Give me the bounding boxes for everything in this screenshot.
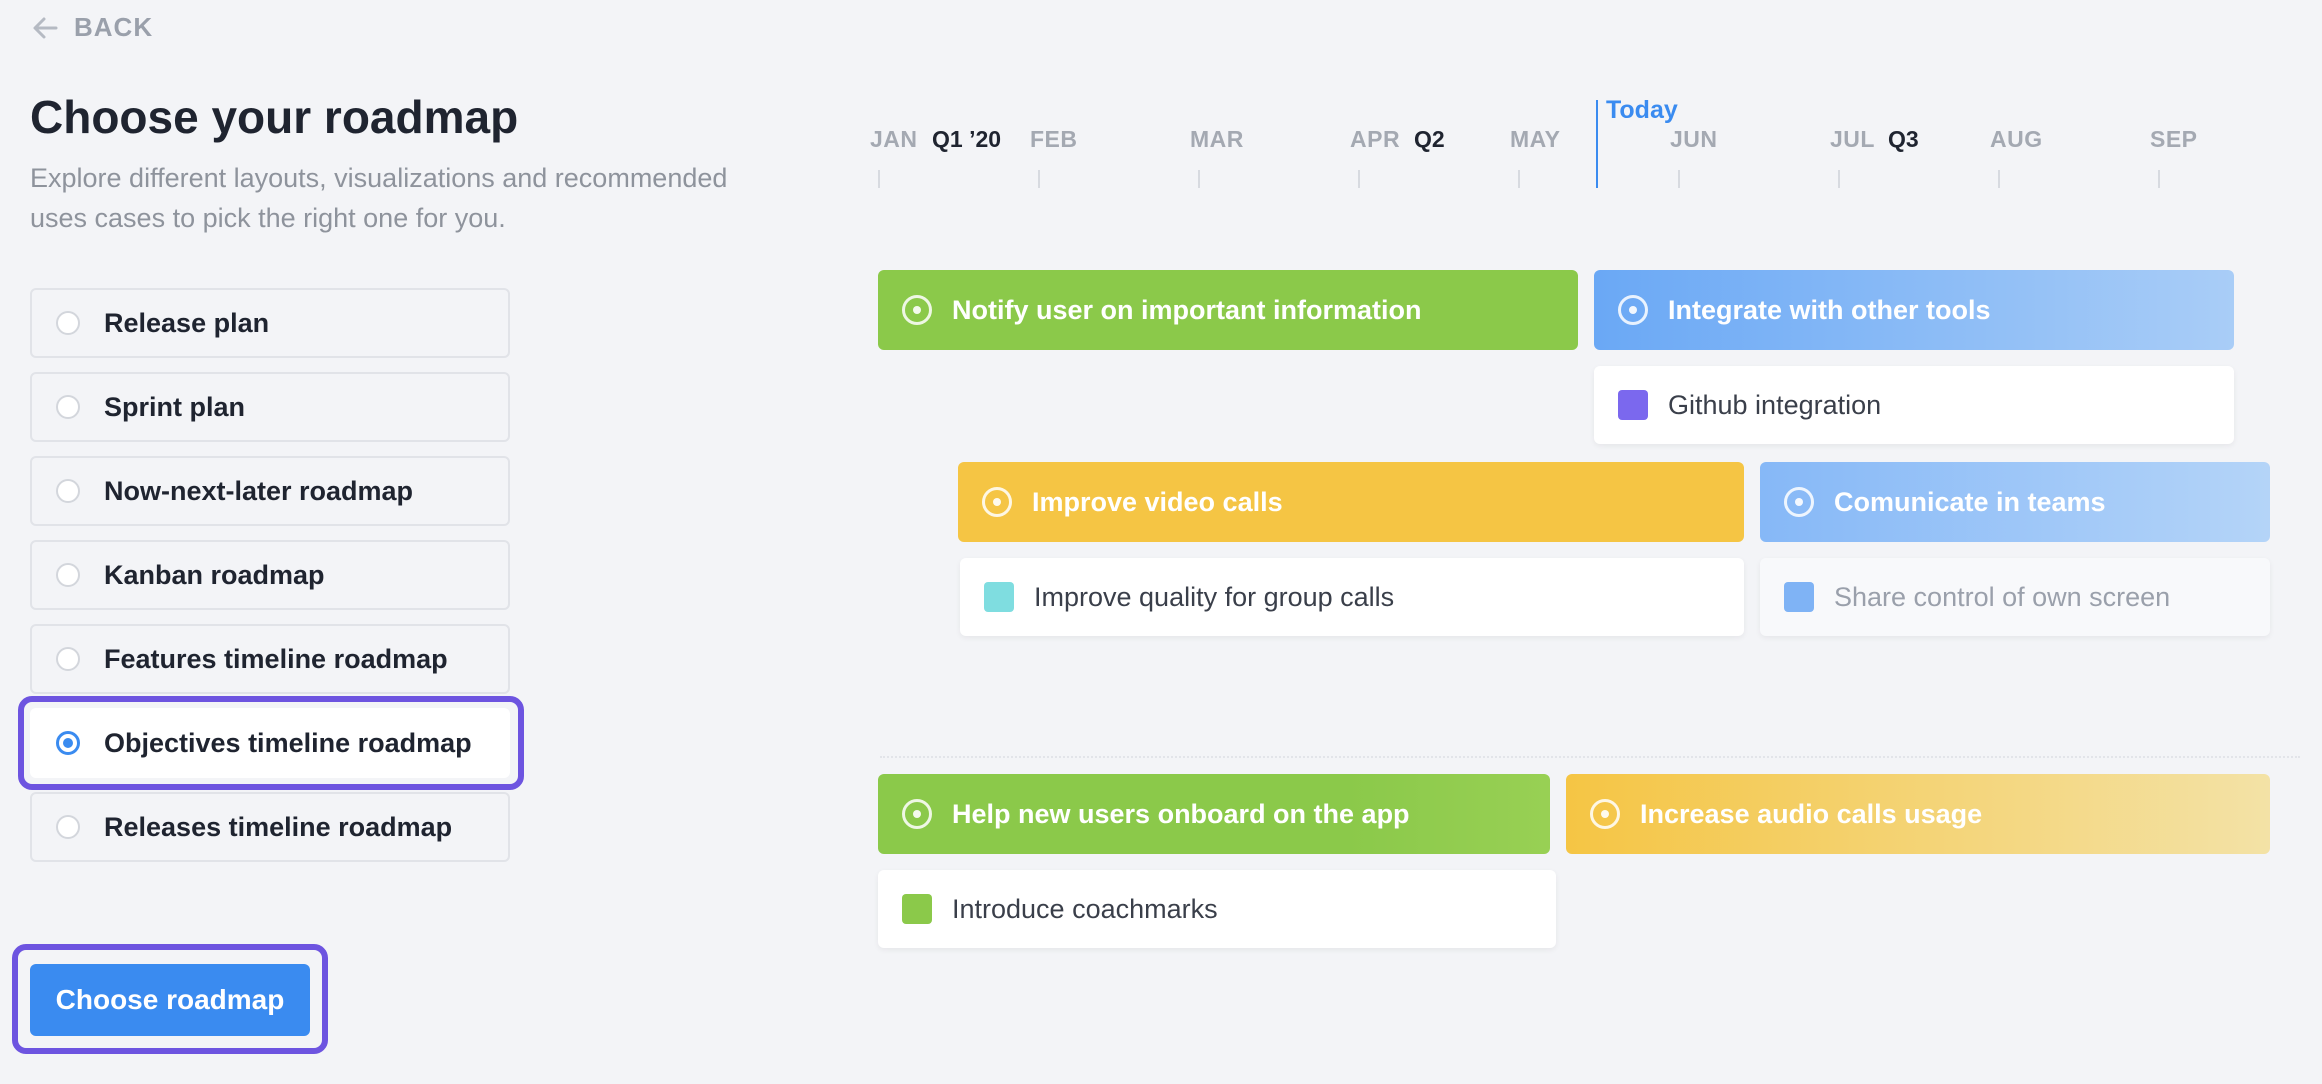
month-tick <box>1998 170 2000 188</box>
option-features-timeline[interactable]: Features timeline roadmap <box>30 624 510 694</box>
option-sprint-plan[interactable]: Sprint plan <box>30 372 510 442</box>
option-releases-timeline[interactable]: Releases timeline roadmap <box>30 792 510 862</box>
month-label: MAR <box>1190 126 1244 152</box>
option-kanban[interactable]: Kanban roadmap <box>30 540 510 610</box>
objective-label: Comunicate in teams <box>1834 486 2106 517</box>
radio-button[interactable] <box>56 479 80 503</box>
quarter-label: Q3 <box>1888 126 1919 152</box>
page-title: Choose your roadmap <box>30 91 519 143</box>
month-tick <box>878 170 880 188</box>
month-tick <box>2158 170 2160 188</box>
today-marker-line <box>1596 100 1598 188</box>
radio-button[interactable] <box>56 563 80 587</box>
radio-button[interactable] <box>56 311 80 335</box>
objective-label: Improve video calls <box>1032 486 1283 517</box>
timeline-header: JAN Q1 ’20 FEB MAR APR Q2 MAY JUN JUL Q3… <box>860 90 2300 200</box>
option-label: Features timeline roadmap <box>104 643 448 674</box>
objective-label: Integrate with other tools <box>1668 294 1991 325</box>
month-tick <box>1678 170 1680 188</box>
objective-bar[interactable]: Integrate with other tools <box>1594 270 2234 350</box>
radio-button[interactable] <box>56 815 80 839</box>
month-label: AUG <box>1990 126 2043 152</box>
quarter-label: Q2 <box>1414 126 1445 152</box>
objective-label: Increase audio calls usage <box>1640 798 1983 829</box>
key-result-card[interactable]: Introduce coachmarks <box>878 870 1556 948</box>
month-tick <box>1838 170 1840 188</box>
month-tick <box>1358 170 1360 188</box>
objective-label: Notify user on important information <box>952 294 1422 325</box>
square-icon <box>1784 582 1814 612</box>
objective-bar[interactable]: Increase audio calls usage <box>1566 774 2270 854</box>
page-subtitle: Explore different layouts, visualization… <box>30 163 728 233</box>
key-result-card[interactable]: Improve quality for group calls <box>960 558 1744 636</box>
option-label: Now-next-later roadmap <box>104 475 414 506</box>
month-label: FEB <box>1030 126 1078 152</box>
row-divider <box>880 756 2300 758</box>
month-tick <box>1518 170 1520 188</box>
square-icon <box>984 582 1014 612</box>
option-release-plan[interactable]: Release plan <box>30 288 510 358</box>
objective-bar[interactable]: Improve video calls <box>958 462 1744 542</box>
option-label: Sprint plan <box>104 391 245 422</box>
objective-bar[interactable]: Help new users onboard on the app <box>878 774 1550 854</box>
key-result-label: Github integration <box>1668 389 1882 420</box>
option-label: Objectives timeline roadmap <box>104 727 472 758</box>
key-result-card[interactable]: Github integration <box>1594 366 2234 444</box>
target-icon <box>902 799 932 829</box>
arrow-left-icon <box>33 17 58 38</box>
month-tick <box>1038 170 1040 188</box>
key-result-label: Improve quality for group calls <box>1034 581 1395 612</box>
month-label: SEP <box>2150 126 2198 152</box>
target-icon <box>982 487 1012 517</box>
month-label: APR <box>1350 126 1401 152</box>
radio-button-selected[interactable] <box>56 731 80 755</box>
square-icon <box>902 894 932 924</box>
square-icon <box>1618 390 1648 420</box>
target-icon <box>1618 295 1648 325</box>
quarter-label: Q1 ’20 <box>932 126 1002 152</box>
option-label: Kanban roadmap <box>104 559 325 590</box>
key-result-card[interactable]: Share control of own screen <box>1760 558 2270 636</box>
month-label: MAY <box>1510 126 1561 152</box>
radio-button[interactable] <box>56 395 80 419</box>
roadmap-options: Release plan Sprint plan Now-next-later … <box>18 288 524 876</box>
key-result-label: Introduce coachmarks <box>952 893 1218 924</box>
month-label: JAN <box>870 126 918 152</box>
option-now-next-later[interactable]: Now-next-later roadmap <box>30 456 510 526</box>
choose-roadmap-button[interactable]: Choose roadmap <box>30 964 310 1036</box>
month-label: JUL <box>1830 126 1875 152</box>
key-result-label: Share control of own screen <box>1834 581 2171 612</box>
objective-bar[interactable]: Comunicate in teams <box>1760 462 2270 542</box>
objective-bar[interactable]: Notify user on important information <box>878 270 1578 350</box>
month-label: JUN <box>1670 126 1718 152</box>
target-icon <box>1590 799 1620 829</box>
back-link[interactable]: BACK <box>30 12 153 43</box>
month-tick <box>1198 170 1200 188</box>
target-icon <box>902 295 932 325</box>
option-objectives-timeline[interactable]: Objectives timeline roadmap <box>18 696 524 790</box>
radio-button[interactable] <box>56 647 80 671</box>
objective-label: Help new users onboard on the app <box>952 798 1410 829</box>
option-label: Release plan <box>104 307 270 338</box>
today-label: Today <box>1606 96 1678 124</box>
back-label: BACK <box>74 12 154 42</box>
option-label: Releases timeline roadmap <box>104 811 453 842</box>
target-icon <box>1784 487 1814 517</box>
